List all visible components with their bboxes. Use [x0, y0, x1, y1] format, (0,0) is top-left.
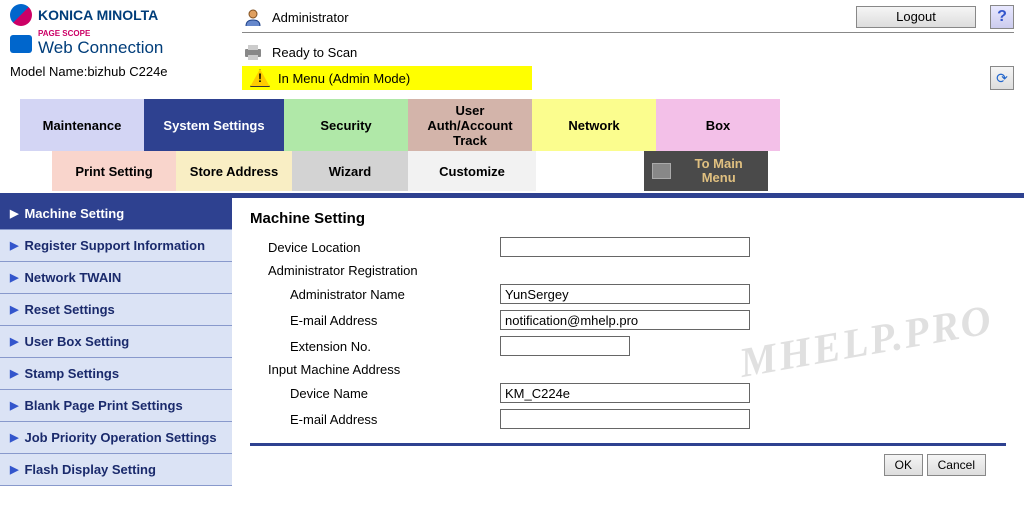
- admin-name-label: Administrator Name: [250, 287, 500, 302]
- admin-reg-label: Administrator Registration: [250, 263, 1006, 278]
- arrow-icon: ▶: [10, 399, 18, 412]
- arrow-icon: ▶: [10, 239, 18, 252]
- arrow-icon: ▶: [10, 335, 18, 348]
- user-label: Administrator: [272, 10, 349, 25]
- user-icon: [242, 6, 264, 28]
- email2-label: E-mail Address: [250, 412, 500, 427]
- admin-name-input[interactable]: [500, 284, 750, 304]
- sidebar-item-flash-display[interactable]: ▶Flash Display Setting: [0, 454, 232, 486]
- brand-logo: KONICA MINOLTA: [10, 4, 232, 26]
- cancel-button[interactable]: Cancel: [927, 454, 986, 476]
- mode-status-banner: ! In Menu (Admin Mode): [242, 66, 532, 90]
- device-name-label: Device Name: [250, 386, 500, 401]
- arrow-icon: ▶: [10, 463, 18, 476]
- tab-to-main-menu[interactable]: To Main Menu: [644, 151, 768, 191]
- pagescope-small: PAGE SCOPE: [38, 30, 163, 38]
- tab-security[interactable]: Security: [284, 99, 408, 151]
- arrow-icon: ▶: [10, 431, 18, 444]
- device-name-input[interactable]: [500, 383, 750, 403]
- model-name: Model Name:bizhub C224e: [10, 64, 232, 79]
- logo-area: KONICA MINOLTA PAGE SCOPE Web Connection…: [10, 4, 232, 79]
- arrow-icon: ▶: [10, 367, 18, 380]
- tab-maintenance[interactable]: Maintenance: [20, 99, 144, 151]
- tab-network[interactable]: Network: [532, 99, 656, 151]
- pagescope-logo: PAGE SCOPE Web Connection: [10, 30, 232, 58]
- arrow-icon: ▶: [10, 303, 18, 316]
- sidebar-item-user-box[interactable]: ▶User Box Setting: [0, 326, 232, 358]
- tab-user-auth[interactable]: User Auth/Account Track: [408, 99, 532, 151]
- email-input[interactable]: [500, 310, 750, 330]
- tab-customize[interactable]: Customize: [408, 151, 536, 191]
- device-location-label: Device Location: [250, 240, 500, 255]
- sidebar: ▶Machine Setting ▶Register Support Infor…: [0, 198, 232, 486]
- input-machine-label: Input Machine Address: [250, 362, 1006, 377]
- brand-icon: [10, 4, 32, 26]
- refresh-button[interactable]: ⟳: [990, 66, 1014, 90]
- warning-icon: !: [250, 69, 270, 87]
- menu-icon: [652, 163, 671, 179]
- sidebar-item-stamp[interactable]: ▶Stamp Settings: [0, 358, 232, 390]
- primary-tabs: Maintenance System Settings Security Use…: [20, 99, 1024, 151]
- ext-label: Extension No.: [250, 339, 500, 354]
- device-location-input[interactable]: [500, 237, 750, 257]
- tab-system-settings[interactable]: System Settings: [144, 99, 284, 151]
- brand-text: KONICA MINOLTA: [38, 7, 158, 23]
- tab-wizard[interactable]: Wizard: [292, 151, 408, 191]
- help-button[interactable]: ?: [990, 5, 1014, 29]
- sidebar-item-blank-page[interactable]: ▶Blank Page Print Settings: [0, 390, 232, 422]
- email-label: E-mail Address: [250, 313, 500, 328]
- sidebar-item-reset-settings[interactable]: ▶Reset Settings: [0, 294, 232, 326]
- arrow-icon: ▶: [10, 207, 18, 220]
- email2-input[interactable]: [500, 409, 750, 429]
- printer-icon: [242, 41, 264, 63]
- page-title: Machine Setting: [250, 210, 1006, 227]
- pagescope-large: Web Connection: [38, 38, 163, 58]
- ok-button[interactable]: OK: [884, 454, 923, 476]
- tab-box[interactable]: Box: [656, 99, 780, 151]
- sidebar-item-machine-setting[interactable]: ▶Machine Setting: [0, 198, 232, 230]
- logout-button[interactable]: Logout: [856, 6, 976, 28]
- arrow-icon: ▶: [10, 271, 18, 284]
- pagescope-icon: [10, 35, 32, 53]
- sidebar-item-register-support[interactable]: ▶Register Support Information: [0, 230, 232, 262]
- tab-store-address[interactable]: Store Address: [176, 151, 292, 191]
- scan-status: Ready to Scan: [272, 45, 357, 60]
- sidebar-item-network-twain[interactable]: ▶Network TWAIN: [0, 262, 232, 294]
- sidebar-item-job-priority[interactable]: ▶Job Priority Operation Settings: [0, 422, 232, 454]
- main-panel: MHELP.PRO Machine Setting Device Locatio…: [232, 198, 1024, 486]
- secondary-tabs: Print Setting Store Address Wizard Custo…: [52, 151, 1024, 191]
- mode-status-text: In Menu (Admin Mode): [278, 71, 410, 86]
- ext-input[interactable]: [500, 336, 630, 356]
- tab-print-setting[interactable]: Print Setting: [52, 151, 176, 191]
